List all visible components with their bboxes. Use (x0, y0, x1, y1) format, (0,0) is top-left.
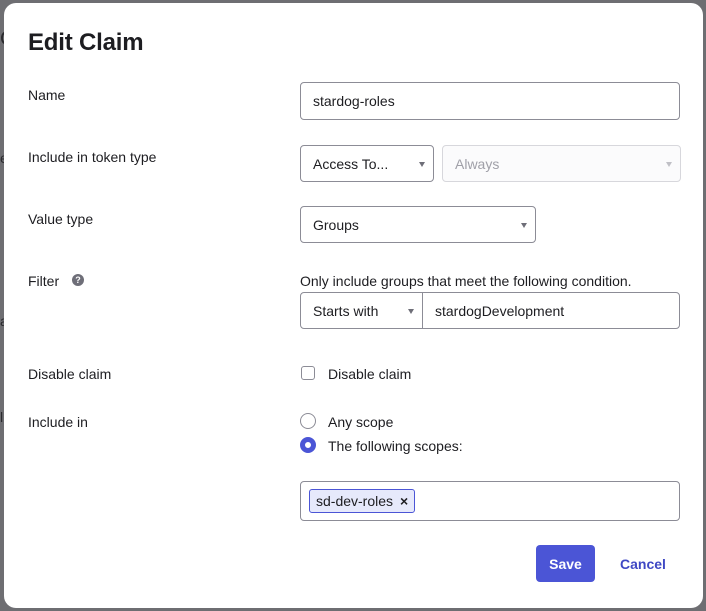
chevron-down-icon (666, 161, 672, 167)
value-type-label: Value type (28, 211, 94, 227)
token-condition-select: Always (442, 145, 681, 182)
filter-operator-select[interactable]: Starts with (300, 292, 423, 329)
name-label: Name (28, 87, 66, 103)
chevron-down-icon (521, 222, 527, 228)
token-type-select[interactable]: Access To... (300, 145, 434, 182)
disable-claim-label: Disable claim (28, 366, 112, 382)
filter-label: Filter (28, 273, 60, 289)
scope-chip: sd-dev-roles × (309, 489, 416, 513)
radio-any-scope[interactable] (300, 413, 316, 429)
backdrop-fragment: l (0, 409, 4, 425)
disable-claim-checkbox[interactable] (301, 366, 315, 380)
help-icon[interactable]: ? (72, 274, 84, 286)
radio-following-scopes-label[interactable]: The following scopes: (328, 438, 463, 454)
radio-following-scopes[interactable] (300, 437, 316, 453)
chevron-down-icon (419, 161, 425, 167)
scope-chip-label: sd-dev-roles (316, 493, 394, 509)
value-type-value: Groups (313, 216, 359, 233)
filter-description: Only include groups that meet the follow… (300, 273, 632, 289)
name-input[interactable] (300, 82, 680, 120)
filter-value-input[interactable] (422, 292, 680, 329)
scopes-input[interactable]: sd-dev-roles × (300, 481, 680, 521)
filter-operator-value: Starts with (313, 302, 379, 319)
disable-claim-checkbox-label[interactable]: Disable claim (328, 366, 411, 382)
chevron-down-icon (408, 308, 414, 314)
token-condition-value: Always (455, 155, 500, 172)
token-type-value: Access To... (313, 155, 389, 172)
dialog-title: Edit Claim (28, 29, 144, 56)
cancel-button[interactable]: Cancel (611, 545, 675, 582)
radio-any-scope-label[interactable]: Any scope (328, 414, 393, 430)
value-type-select[interactable]: Groups (300, 206, 536, 243)
edit-claim-dialog: Edit Claim Name Include in token type Ac… (4, 3, 703, 608)
include-in-label: Include in (28, 414, 88, 430)
save-button[interactable]: Save (536, 545, 595, 582)
close-icon[interactable]: × (400, 493, 408, 509)
token-type-label: Include in token type (28, 149, 157, 165)
